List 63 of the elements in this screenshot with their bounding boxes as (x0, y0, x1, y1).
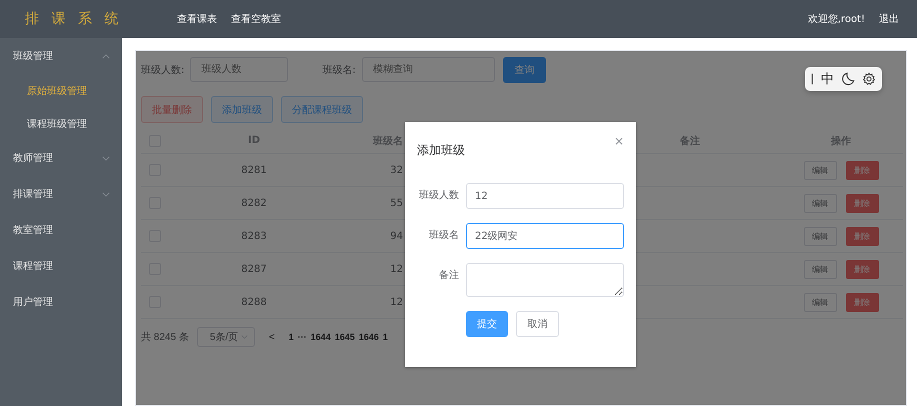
table-cell: 8282 (241, 198, 267, 208)
page-number[interactable]: 1645 (334, 332, 355, 342)
moon-icon[interactable] (841, 72, 855, 86)
table-cell: 8287 (241, 264, 267, 274)
edit-button[interactable]: 编辑 (804, 292, 836, 312)
table-cell-text: 94 (390, 230, 404, 242)
table-cell: 8281 (241, 164, 267, 176)
field-label: 班级人数 (418, 188, 459, 203)
caret-icon (102, 192, 110, 196)
input-field[interactable]: 22级网安 (466, 223, 624, 249)
table-cell-text: 12 (390, 264, 404, 274)
page-size-select[interactable]: 5条/页 (196, 327, 255, 347)
page-number[interactable]: 1644 (310, 332, 331, 342)
submenu-item[interactable]: 课程班级管理 (0, 107, 122, 140)
delete-button[interactable]: 删除 (846, 292, 878, 312)
field-label: 班级名: (322, 64, 356, 76)
edit-button[interactable]: 编辑 (804, 194, 836, 212)
search-field[interactable]: 模糊查询 (362, 57, 495, 82)
drag-handle-icon[interactable] (811, 73, 814, 85)
page-number[interactable]: ··· (298, 332, 307, 342)
table-cell: 8288 (241, 296, 267, 308)
previous-page-button[interactable]: < (268, 332, 275, 342)
field-label: 备注 (438, 268, 459, 283)
close-button[interactable]: × (614, 134, 624, 148)
table-cell-text: 55 (390, 198, 404, 208)
table-cell: 8283 (241, 230, 267, 242)
dialog-title: 添加班级 (417, 142, 465, 159)
remarks-field[interactable] (466, 263, 624, 297)
cancel-button[interactable]: 取消 (516, 311, 559, 337)
caret-icon (102, 54, 110, 58)
nav-link[interactable]: 查看空教室 (231, 12, 281, 26)
table-cell-text: 12 (390, 296, 404, 308)
page-number[interactable]: 1 (382, 332, 388, 342)
page-number[interactable]: 1 (288, 332, 294, 342)
logout-link[interactable]: 退出 (879, 12, 899, 26)
submit-button[interactable]: 提交 (466, 311, 508, 337)
menu-item[interactable]: 排课管理 (0, 176, 122, 212)
total-count: 共 8245 条 (141, 330, 189, 344)
delete-button[interactable]: 删除 (846, 160, 878, 180)
welcome-text: 欢迎您,root! (808, 12, 865, 26)
menu-item[interactable]: 用户管理 (0, 284, 122, 320)
input-field[interactable]: 12 (466, 183, 624, 209)
delete-button[interactable]: 删除 (846, 260, 878, 278)
menu-item[interactable]: 班级管理 (0, 38, 122, 74)
delete-button[interactable]: 删除 (846, 226, 878, 246)
field-label: 班级名 (428, 228, 459, 243)
app-logo: 排 课 系 统 (25, 10, 124, 28)
edit-button[interactable]: 编辑 (804, 226, 836, 246)
table-cell-text: 32 (390, 164, 404, 176)
page-number[interactable]: 1646 (358, 332, 379, 342)
search-field[interactable]: 班级人数 (190, 57, 288, 82)
input-mode-toggle[interactable]: 中 (821, 70, 834, 88)
menu-item[interactable]: 教师管理 (0, 140, 122, 176)
menu-item[interactable]: 教室管理 (0, 212, 122, 248)
delete-button[interactable]: 删除 (846, 194, 878, 212)
edit-button[interactable]: 编辑 (804, 160, 836, 180)
caret-icon (102, 156, 110, 160)
settings-icon[interactable] (862, 72, 876, 86)
edit-button[interactable]: 编辑 (804, 260, 836, 278)
menu-item[interactable]: 课程管理 (0, 248, 122, 284)
field-label: 班级人数: (141, 64, 184, 76)
submenu-item[interactable]: 原始班级管理 (0, 74, 122, 107)
nav-link[interactable]: 查看课表 (177, 12, 217, 26)
